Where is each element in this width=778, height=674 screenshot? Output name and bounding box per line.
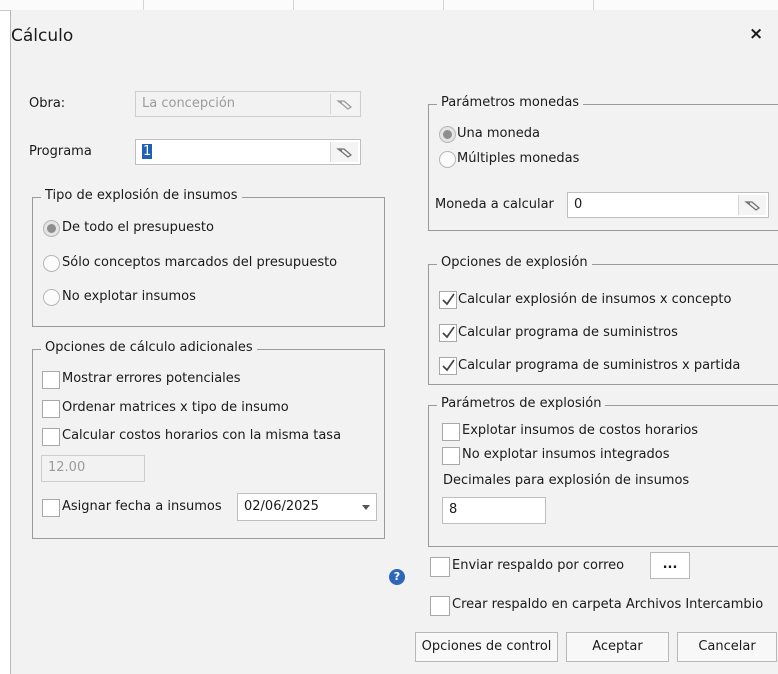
- check-no-explotar-integrados[interactable]: [442, 447, 460, 465]
- check-explosion-concepto[interactable]: [439, 291, 457, 309]
- moneda-input[interactable]: 0: [567, 192, 769, 218]
- column-divider: [293, 0, 294, 10]
- decimales-label: Decimales para explosión de insumos: [443, 473, 690, 488]
- check-ordenar-label: Ordenar matrices x tipo de insumo: [62, 400, 289, 415]
- check-mostrar-errores[interactable]: [42, 371, 60, 389]
- radio-multiples-monedas[interactable]: [439, 151, 456, 168]
- radio-solo-label: Sólo conceptos marcados del presupuesto: [62, 255, 338, 270]
- radio-no-explotar[interactable]: [43, 289, 60, 306]
- crear-respaldo-label: Crear respaldo en carpeta Archivos Inter…: [452, 597, 764, 612]
- tipo-explosion-title: Tipo de explosión de insumos: [41, 188, 242, 203]
- check-ordenar-matrices[interactable]: [42, 400, 60, 418]
- radio-multiples-label: Múltiples monedas: [457, 151, 580, 166]
- check-programa-suministros[interactable]: [439, 324, 457, 342]
- moneda-value: 0: [574, 197, 583, 212]
- check-suministros-partida-label: Calcular programa de suministros x parti…: [458, 358, 741, 373]
- programa-input[interactable]: 1: [135, 139, 361, 165]
- obra-field: La concepción: [135, 91, 361, 117]
- programa-browse-button[interactable]: [330, 142, 358, 162]
- column-divider: [593, 0, 594, 10]
- radio-todo-presupuesto[interactable]: [43, 220, 60, 237]
- check-suministros-partida[interactable]: [439, 357, 457, 375]
- chevron-down-icon: [362, 505, 370, 510]
- check-mostrar-errores-label: Mostrar errores potenciales: [62, 371, 241, 386]
- ellipsis-button[interactable]: ...: [650, 552, 690, 579]
- parametros-explosion-title: Parámetros de explosión: [437, 396, 606, 411]
- check-asignar-fecha[interactable]: [42, 499, 60, 517]
- decimales-value: 8: [449, 502, 458, 517]
- check-explosion-concepto-label: Calcular explosión de insumos x concepto: [458, 292, 732, 307]
- radio-no-label: No explotar insumos: [62, 289, 196, 304]
- opciones-control-button[interactable]: Opciones de control: [415, 632, 558, 662]
- check-crear-respaldo[interactable]: [430, 596, 450, 616]
- programa-value: 1: [142, 144, 153, 159]
- radio-todo-label: De todo el presupuesto: [62, 220, 214, 235]
- obra-label: Obra:: [29, 96, 66, 111]
- column-divider: [443, 0, 444, 10]
- tag-icon: [743, 201, 760, 211]
- check-costos-horarios[interactable]: [42, 428, 60, 446]
- asignar-fecha-label: Asignar fecha a insumos: [62, 499, 222, 514]
- decimales-input[interactable]: 8: [442, 497, 546, 524]
- calculo-dialog: Cálculo × Obra: La concepción Programa 1…: [10, 10, 778, 674]
- checkmark-icon: [442, 326, 455, 339]
- check-programa-suministros-label: Calcular programa de suministros: [458, 325, 678, 340]
- check-costos-label: Calcular costos horarios con la misma ta…: [62, 428, 342, 443]
- programa-label: Programa: [29, 144, 92, 159]
- help-icon[interactable]: ?: [389, 569, 405, 585]
- check-costos-horarios-explosion-label: Explotar insumos de costos horarios: [462, 423, 699, 438]
- radio-una-moneda[interactable]: [439, 126, 456, 143]
- title-bar: Cálculo ×: [11, 10, 778, 62]
- column-divider: [143, 0, 144, 10]
- aceptar-button[interactable]: Aceptar: [566, 632, 669, 662]
- tag-icon: [335, 100, 352, 110]
- check-enviar-respaldo[interactable]: [430, 557, 450, 577]
- radio-solo-marcados[interactable]: [43, 255, 60, 272]
- moneda-browse-button[interactable]: [738, 195, 766, 215]
- parametros-monedas-title: Parámetros monedas: [437, 95, 584, 110]
- tag-icon: [335, 148, 352, 158]
- fecha-dropdown[interactable]: 02/06/2025: [237, 493, 377, 521]
- enviar-respaldo-label: Enviar respaldo por correo: [452, 558, 625, 573]
- dialog-title: Cálculo: [11, 26, 74, 46]
- moneda-calcular-label: Moneda a calcular: [435, 197, 554, 212]
- checkmark-icon: [442, 359, 455, 372]
- fecha-value: 02/06/2025: [244, 499, 319, 514]
- close-icon[interactable]: ×: [749, 24, 763, 44]
- opciones-calculo-title: Opciones de cálculo adicionales: [41, 340, 257, 355]
- cancelar-button[interactable]: Cancelar: [677, 632, 777, 662]
- check-costos-horarios-explosion[interactable]: [442, 423, 460, 441]
- check-no-explotar-integrados-label: No explotar insumos integrados: [462, 447, 670, 462]
- obra-value: La concepción: [142, 96, 236, 111]
- radio-una-moneda-label: Una moneda: [457, 126, 540, 141]
- checkmark-icon: [442, 293, 455, 306]
- obra-browse-button: [330, 94, 358, 114]
- tasa-value: 12.00: [48, 460, 86, 475]
- opciones-explosion-title: Opciones de explosión: [437, 255, 592, 270]
- tasa-input: 12.00: [41, 455, 145, 482]
